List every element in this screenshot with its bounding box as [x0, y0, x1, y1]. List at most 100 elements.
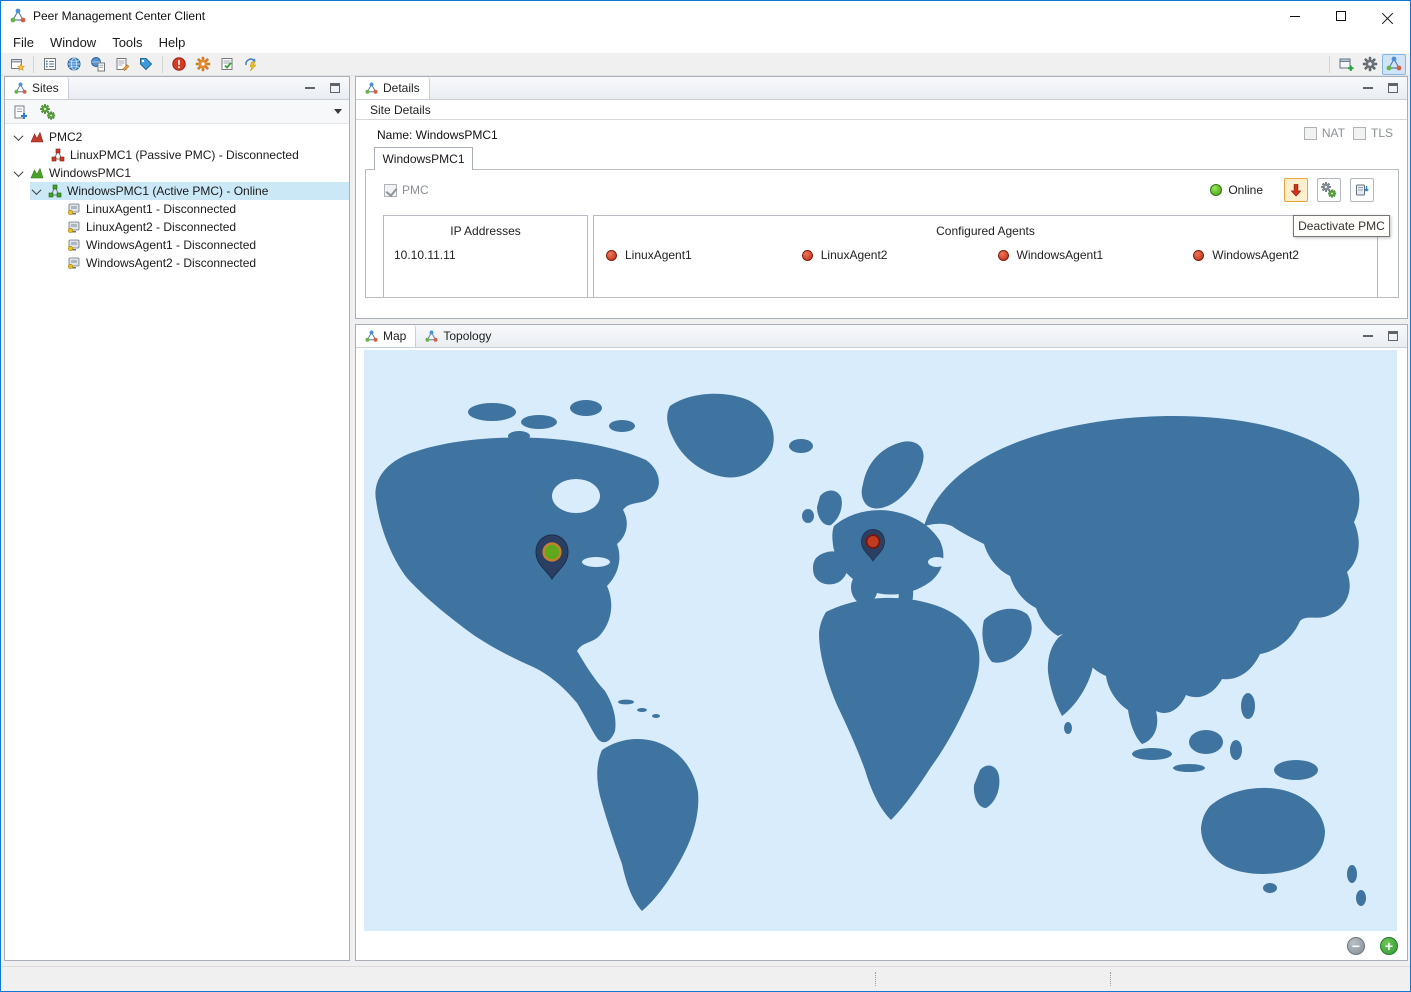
topology-perspective-button[interactable] — [1382, 54, 1406, 75]
tree-item-pmc2[interactable]: PMC2 — [5, 128, 349, 146]
deactivate-pmc-button[interactable] — [1284, 178, 1308, 202]
checklist-button[interactable] — [38, 54, 62, 75]
windowspmc1-tab-label: WindowsPMC1 — [382, 152, 464, 166]
maximize-view-icon[interactable] — [1388, 331, 1398, 341]
topology-tab-icon — [425, 330, 438, 343]
tab-sites[interactable]: Sites — [5, 77, 69, 99]
details-tab-icon — [365, 82, 378, 95]
menubar: File Window Tools Help — [1, 31, 1410, 53]
main-area: Sites — [1, 76, 1410, 966]
tree-item-windowspmc1-active[interactable]: WindowsPMC1 (Active PMC) - Online — [30, 182, 349, 200]
agent-item: WindowsAgent2 — [1181, 248, 1377, 262]
tls-checkbox-box[interactable] — [1353, 127, 1366, 140]
tree-item-linuxagent2[interactable]: LinuxAgent2 - Disconnected — [5, 218, 349, 236]
map-zoom-controls: − + — [1347, 937, 1398, 955]
pmc-checkbox-label: PMC — [402, 183, 429, 197]
globe-doc-button[interactable] — [86, 54, 110, 75]
menu-tools[interactable]: Tools — [104, 33, 150, 52]
edit-doc-button[interactable] — [110, 54, 134, 75]
agent-icon — [67, 238, 81, 252]
tree-item-label: WindowsAgent2 - Disconnected — [86, 256, 256, 270]
edit-configuration-button[interactable] — [1317, 178, 1341, 202]
minimize-icon — [1290, 16, 1300, 17]
tree-item-label: LinuxAgent2 - Disconnected — [86, 220, 236, 234]
close-icon — [1382, 11, 1393, 22]
minimize-view-icon[interactable] — [1363, 87, 1373, 89]
sites-tree: PMC2 LinuxPMC1 (Passive PMC) - Disconnec… — [5, 124, 349, 272]
manage-services-button[interactable] — [40, 104, 56, 120]
chevron-down-icon[interactable] — [14, 131, 24, 141]
tasks-button[interactable] — [215, 54, 239, 75]
maximize-view-icon[interactable] — [1388, 83, 1398, 93]
tree-item-linuxagent1[interactable]: LinuxAgent1 - Disconnected — [5, 200, 349, 218]
statusbar-grip — [875, 972, 878, 986]
gears-icon — [1321, 182, 1337, 198]
details-tab-label: Details — [383, 81, 420, 95]
minimize-button[interactable] — [1272, 1, 1318, 31]
world-map[interactable] — [364, 350, 1397, 931]
topology-perspective-icon — [1386, 56, 1402, 72]
online-status-label: Online — [1228, 183, 1263, 197]
tree-item-label: PMC2 — [49, 130, 82, 144]
red-down-arrow-icon — [1288, 182, 1304, 198]
menu-window[interactable]: Window — [42, 33, 104, 52]
tree-item-label: WindowsPMC1 (Active PMC) - Online — [67, 184, 268, 198]
update-agents-button[interactable] — [1350, 178, 1374, 202]
tree-item-linuxpmc1[interactable]: LinuxPMC1 (Passive PMC) - Disconnected — [5, 146, 349, 164]
map-tab-label: Map — [383, 329, 406, 343]
tab-topology[interactable]: Topology — [416, 325, 500, 347]
site-red-icon — [30, 130, 44, 144]
view-menu-icon[interactable] — [334, 109, 342, 114]
tree-item-windowsagent2[interactable]: WindowsAgent2 - Disconnected — [5, 254, 349, 272]
tab-map[interactable]: Map — [356, 325, 416, 347]
maximize-button[interactable] — [1318, 1, 1364, 31]
main-toolbar — [1, 53, 1410, 76]
offline-status-icon — [606, 250, 617, 261]
tab-details[interactable]: Details — [356, 77, 430, 99]
minimize-view-icon[interactable] — [1363, 335, 1373, 337]
agent-name: WindowsAgent2 — [1212, 248, 1299, 262]
new-wizard-icon — [9, 56, 25, 72]
pmc-checkbox-box[interactable] — [384, 184, 397, 197]
zoom-in-button[interactable]: + — [1380, 937, 1398, 955]
gear-dark-icon — [1362, 56, 1378, 72]
open-perspective-button[interactable] — [1334, 54, 1358, 75]
globe-icon — [66, 56, 82, 72]
chevron-down-icon[interactable] — [14, 167, 24, 177]
sync-button[interactable] — [239, 54, 263, 75]
tls-checkbox-label: TLS — [1371, 126, 1393, 140]
pmc-node-red-icon — [51, 148, 65, 162]
ip-addresses-box: IP Addresses 10.10.11.11 — [383, 215, 588, 298]
new-wizard-button[interactable] — [5, 54, 29, 75]
sites-panel: Sites — [4, 76, 350, 961]
zoom-out-button[interactable]: − — [1347, 937, 1365, 955]
minimize-view-icon[interactable] — [305, 87, 315, 89]
menu-help[interactable]: Help — [151, 33, 194, 52]
tag-button[interactable] — [134, 54, 158, 75]
tree-item-windowsagent1[interactable]: WindowsAgent1 - Disconnected — [5, 236, 349, 254]
tree-item-windowspmc1-site[interactable]: WindowsPMC1 — [5, 164, 349, 182]
section-separator — [356, 119, 1407, 120]
add-site-button[interactable] — [12, 104, 28, 120]
chevron-down-icon[interactable] — [32, 185, 42, 195]
error-log-button[interactable] — [167, 54, 191, 75]
pmc-group-box: PMC Online — [365, 169, 1399, 298]
maximize-view-icon[interactable] — [330, 83, 340, 93]
menu-file[interactable]: File — [5, 33, 42, 52]
preferences-button[interactable] — [191, 54, 215, 75]
tree-item-label: LinuxAgent1 - Disconnected — [86, 202, 236, 216]
toolbar-separator — [33, 56, 34, 73]
toolbar-separator — [162, 56, 163, 73]
nat-checkbox-box[interactable] — [1304, 127, 1317, 140]
site-green-icon — [30, 166, 44, 180]
tls-checkbox[interactable]: TLS — [1353, 126, 1393, 140]
globe-button[interactable] — [62, 54, 86, 75]
agent-icon — [67, 202, 81, 216]
nat-checkbox[interactable]: NAT — [1304, 126, 1345, 140]
settings-button[interactable] — [1358, 54, 1382, 75]
close-button[interactable] — [1364, 1, 1410, 31]
pmc-checkbox[interactable]: PMC — [384, 183, 429, 197]
app-window: Peer Management Center Client File Windo… — [0, 0, 1411, 992]
titlebar: Peer Management Center Client — [1, 1, 1410, 31]
tab-windowspmc1[interactable]: WindowsPMC1 — [374, 147, 473, 170]
